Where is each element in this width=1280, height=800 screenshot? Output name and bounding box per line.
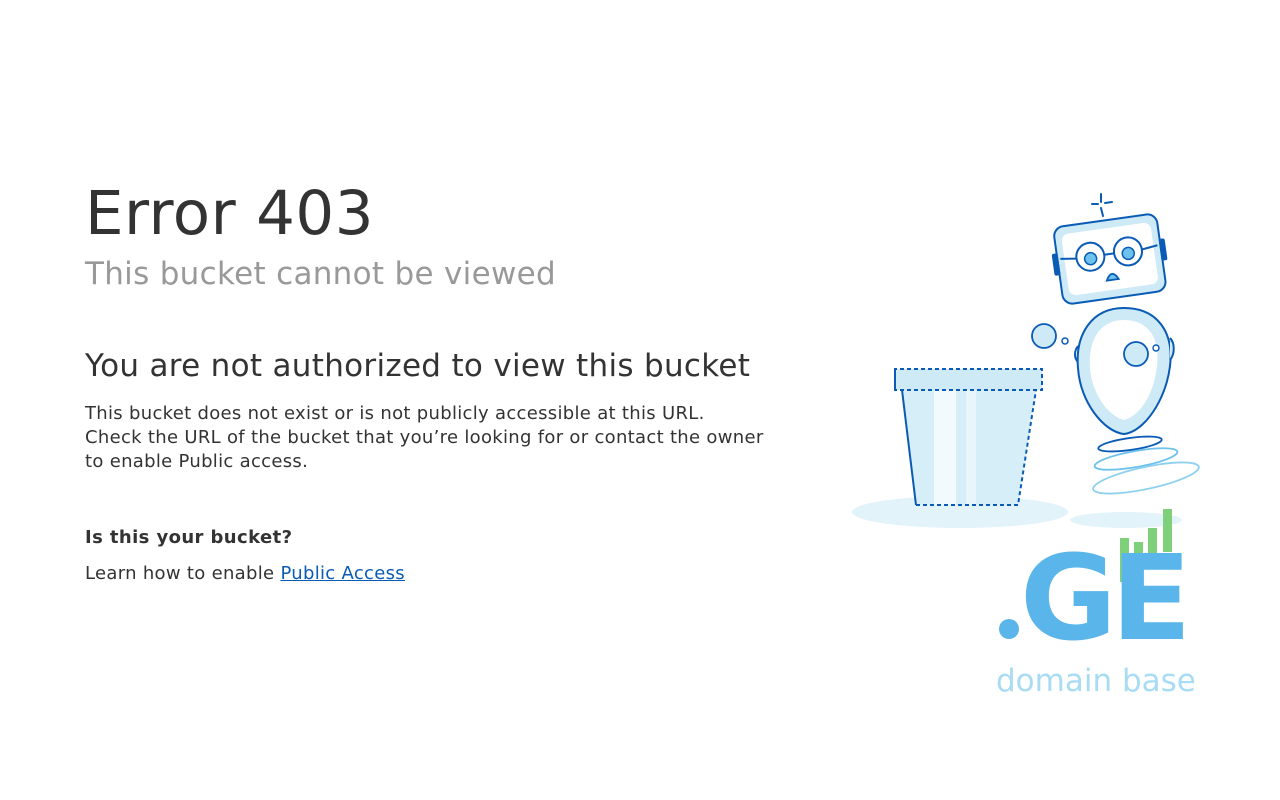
ge-logo-tagline: domain base <box>996 663 1196 699</box>
ge-logo-graphic: GE domain base <box>996 509 1196 699</box>
error-content: Error 403 This bucket cannot be viewed Y… <box>85 178 785 586</box>
error-code: Error 403 <box>85 178 375 249</box>
public-access-link[interactable]: Public Access <box>280 563 405 584</box>
message-heading: You are not authorized to view this buck… <box>85 348 751 384</box>
error-page: Error 403 This bucket cannot be viewed Y… <box>0 0 1280 800</box>
bucket-icon <box>894 368 1043 506</box>
hover-rings-icon <box>1092 435 1200 495</box>
bubble-small <box>1061 337 1069 345</box>
error-subtitle: This bucket cannot be viewed <box>85 256 556 292</box>
antenna-icon <box>1091 193 1113 217</box>
bubble-large <box>1031 323 1057 349</box>
message-description: This bucket does not exist or is not pub… <box>85 403 764 472</box>
ge-logo: GE domain base <box>992 505 1202 705</box>
robot-body <box>1074 306 1175 436</box>
help-learn-prefix: Learn how to enable <box>85 563 275 584</box>
robot-bucket-illustration <box>852 193 1200 528</box>
robot-head <box>1051 213 1168 305</box>
help-learn-line: Learn how to enable Public Access <box>85 562 785 586</box>
ge-logo-mark: GE <box>1020 529 1185 667</box>
help-question: Is this your bucket? <box>85 527 293 548</box>
